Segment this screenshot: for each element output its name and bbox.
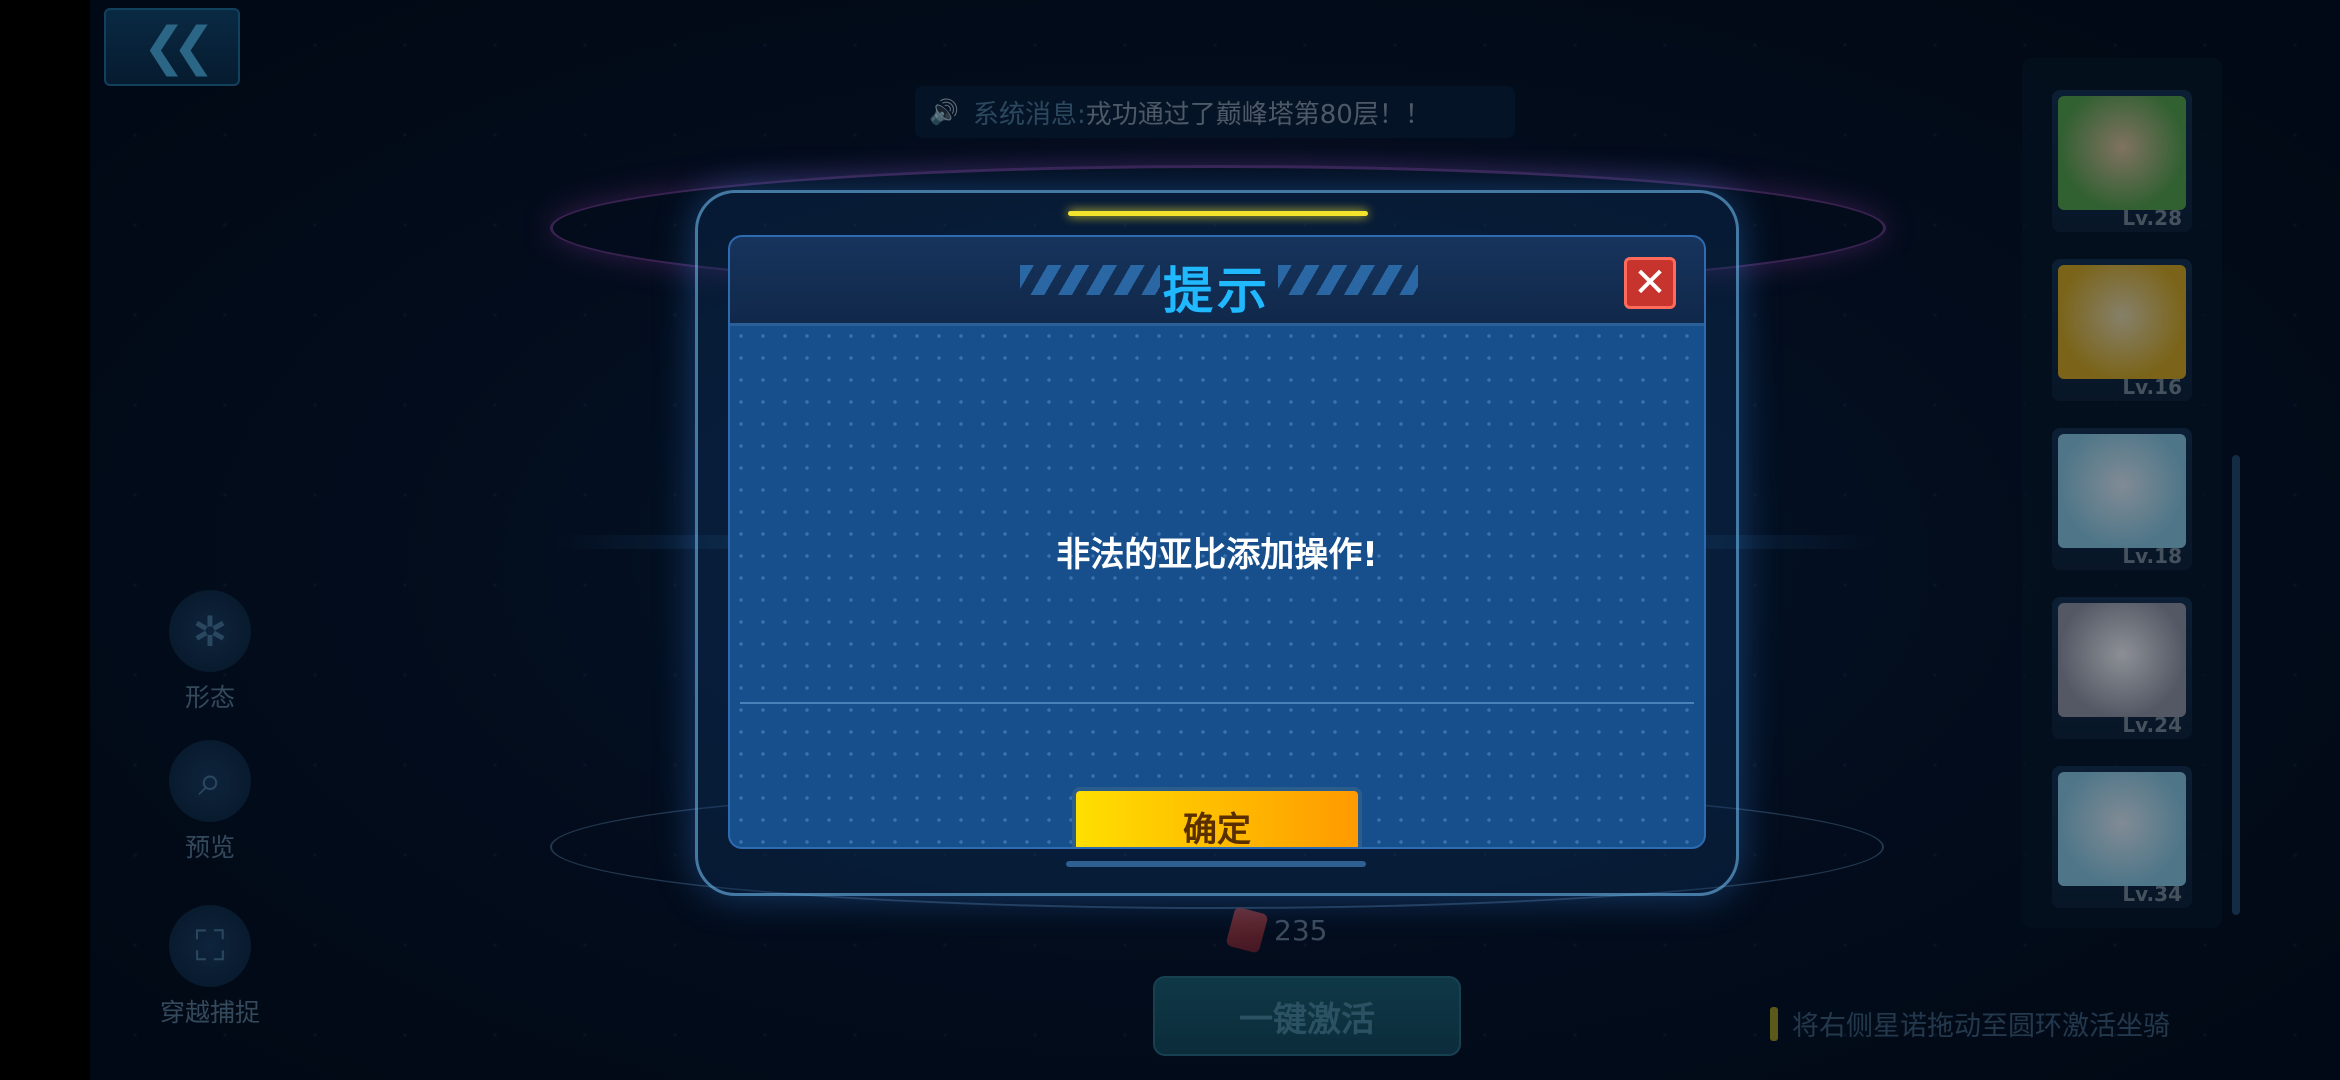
confirm-button[interactable]: 确定 <box>1072 787 1362 847</box>
dialog-panel: 提示 ✕ 非法的亚比添加操作! 确定 <box>728 235 1706 849</box>
dialog-message: 非法的亚比添加操作! <box>1056 535 1378 575</box>
alert-dialog: 提示 ✕ 非法的亚比添加操作! 确定 <box>695 190 1739 896</box>
dialog-bottom-bar <box>1066 861 1366 867</box>
dialog-divider <box>740 702 1694 704</box>
close-x-icon: ✕ <box>1633 260 1667 306</box>
dialog-title: 提示 <box>1163 262 1271 320</box>
close-button[interactable]: ✕ <box>1624 257 1676 309</box>
dialog-top-glow <box>1068 211 1368 216</box>
dialog-header: 提示 ✕ <box>730 237 1704 326</box>
